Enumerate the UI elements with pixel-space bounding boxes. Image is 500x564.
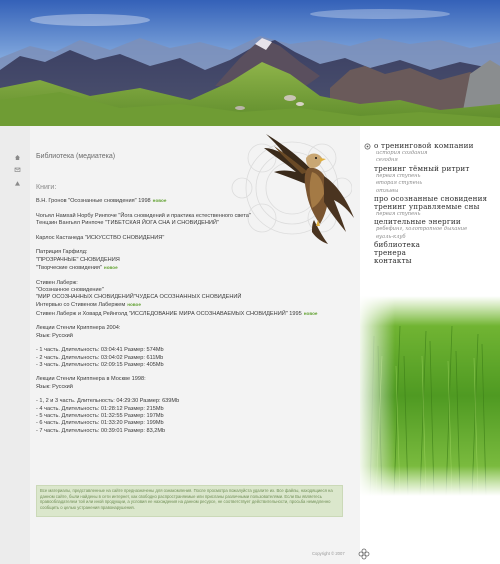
book-link[interactable]: Язык: Русский xyxy=(36,384,346,391)
book-link[interactable]: - 4 часть. Длительность: 01:28:12 Размер… xyxy=(36,406,346,413)
list-spacer xyxy=(36,340,346,347)
book-title[interactable]: - 2 часть. Длительность: 03:04:02 Размер… xyxy=(36,355,163,361)
nav-subitem[interactable]: первая ступень xyxy=(374,173,500,180)
library-content: Книги: В.Н. Гронов "Осознанные сновидени… xyxy=(36,184,346,435)
list-spacer xyxy=(36,242,346,249)
nav-subitem[interactable]: вторая ступень xyxy=(374,180,500,187)
books-label: Книги: xyxy=(36,184,57,191)
right-sidebar: о тренинговой компании история создания се… xyxy=(360,126,500,564)
book-link[interactable]: - 7 часть. Длительность: 00:39:01 Размер… xyxy=(36,428,346,435)
book-title[interactable]: "ПРОЗРАЧНЫЕ" СНОВИДЕНИЯ xyxy=(36,257,120,263)
book-title[interactable]: Тенцзин Вангьял Ринпоче "ТИБЕТСКАЯ ЙОГА … xyxy=(36,220,219,226)
list-spacer xyxy=(36,227,346,234)
footer-ornament-icon xyxy=(358,548,370,560)
book-title[interactable]: Интервью со Стивеном Лабержем xyxy=(36,302,125,308)
new-badge: новое xyxy=(303,310,318,316)
book-link[interactable]: "Творческие сновидения" новое xyxy=(36,264,346,272)
book-link[interactable]: "ПРОЗРАЧНЫЕ" СНОВИДЕНИЯ xyxy=(36,257,346,264)
list-spacer xyxy=(36,272,346,279)
list-spacer xyxy=(36,318,346,325)
header-banner xyxy=(0,0,500,126)
list-spacer xyxy=(36,391,346,398)
book-title[interactable]: "Осознанное сновидение" xyxy=(36,287,104,293)
list-spacer xyxy=(36,369,346,376)
book-title[interactable]: Язык: Русский xyxy=(36,384,73,390)
book-title[interactable]: - 7 часть. Длительность: 00:39:01 Размер… xyxy=(36,428,165,434)
home-icon[interactable] xyxy=(14,154,21,161)
new-badge: новое xyxy=(103,264,118,270)
main-navigation: о тренинговой компании история создания се… xyxy=(374,142,500,265)
book-title[interactable]: Патриция Гарфилд: xyxy=(36,249,87,255)
book-link[interactable]: Лекции Стенли Криппнера в Москве 1998: xyxy=(36,376,346,383)
book-title[interactable]: Чогьял Намхай Норбу Ринпоче "Йога сновид… xyxy=(36,213,251,219)
page-title: Библиотека (медиатека) xyxy=(36,153,116,160)
book-link[interactable]: Тенцзин Вангьял Ринпоче "ТИБЕТСКАЯ ЙОГА … xyxy=(36,220,346,227)
book-title[interactable]: Лекции Стенли Криппнера в Москве 1998: xyxy=(36,376,146,382)
book-link[interactable]: В.Н. Гронов "Осознанные сновидения" 1998… xyxy=(36,197,346,205)
new-badge: новое xyxy=(152,198,167,204)
left-gutter xyxy=(0,126,30,564)
book-link[interactable]: - 3 часть. Длительность: 02:09:15 Размер… xyxy=(36,362,346,369)
book-link[interactable]: - 1, 2 и 3 часть. Длительность: 04:29:30… xyxy=(36,398,346,405)
book-title[interactable]: "МИР ОСОЗНАННЫХ СНОВИДЕНИЙ"ЧУДЕСА ОСОЗНА… xyxy=(36,294,241,300)
book-title[interactable]: - 3 часть. Длительность: 02:09:15 Размер… xyxy=(36,362,164,368)
book-link[interactable]: Стивен Лаберж: xyxy=(36,280,346,287)
nav-item[interactable]: о тренинговой компании xyxy=(374,142,500,150)
disclaimer-notice: Все материалы, представленные на сайте п… xyxy=(36,485,343,517)
book-link[interactable]: Интервью со Стивеном Лабержем новое xyxy=(36,301,346,309)
book-title[interactable]: Стивен Лаберж: xyxy=(36,280,78,286)
book-link[interactable]: "МИР ОСОЗНАННЫХ СНОВИДЕНИЙ"ЧУДЕСА ОСОЗНА… xyxy=(36,294,346,301)
new-badge: новое xyxy=(127,302,141,308)
nav-item[interactable]: тренинг управляемые сны xyxy=(374,203,500,211)
copyright-text: Copyright © 2007 xyxy=(312,551,345,556)
nav-subitem[interactable]: история создания xyxy=(374,150,500,157)
book-title[interactable]: Язык: Русский xyxy=(36,333,73,339)
mountain-panorama-image xyxy=(0,0,500,126)
book-link[interactable]: Язык: Русский xyxy=(36,333,346,340)
flower-icon xyxy=(364,143,371,150)
book-title[interactable]: Лекции Стенли Криппнера 2004: xyxy=(36,325,120,331)
book-link[interactable]: - 6 часть. Длительность: 01:33:20 Размер… xyxy=(36,420,346,427)
book-title[interactable]: - 4 часть. Длительность: 01:28:12 Размер… xyxy=(36,406,164,412)
book-link[interactable]: - 1 часть. Длительность: 03:04:41 Размер… xyxy=(36,347,346,354)
book-list: В.Н. Гронов "Осознанные сновидения" 1998… xyxy=(36,197,346,435)
book-link[interactable]: Патриция Гарфилд: xyxy=(36,249,346,256)
book-link[interactable]: Карлос Кастанеда "ИСКУССТВО СНОВИДЕНИЯ" xyxy=(36,235,346,242)
mail-icon[interactable] xyxy=(14,166,21,173)
nav-subitem[interactable]: ребефинг, холотропное дыхание xyxy=(374,226,500,233)
book-title[interactable]: - 1, 2 и 3 часть. Длительность: 04:29:30… xyxy=(36,398,179,404)
book-link[interactable]: Лекции Стенли Криппнера 2004: xyxy=(36,325,346,332)
sitemap-icon[interactable] xyxy=(14,180,21,187)
grass-image xyxy=(360,296,500,496)
nav-item[interactable]: контакты xyxy=(374,257,500,265)
book-title[interactable]: - 5 часть. Длительность: 01:32:55 Размер… xyxy=(36,413,164,419)
book-link[interactable]: Стивен Лаберж и Ховард Рейнголд "ИССЛЕДО… xyxy=(36,310,346,318)
book-title[interactable]: - 6 часть. Длительность: 01:33:20 Размер… xyxy=(36,420,164,426)
book-link[interactable]: - 2 часть. Длительность: 03:04:02 Размер… xyxy=(36,355,346,362)
book-title[interactable]: - 1 часть. Длительность: 03:04:41 Размер… xyxy=(36,347,164,353)
list-spacer xyxy=(36,206,346,213)
book-title[interactable]: "Творческие сновидения" xyxy=(36,265,102,271)
book-title[interactable]: Стивен Лаберж и Ховард Рейнголд "ИССЛЕДО… xyxy=(36,311,302,317)
book-link[interactable]: - 5 часть. Длительность: 01:32:55 Размер… xyxy=(36,413,346,420)
nav-item[interactable]: тренинг тёмный ритрит xyxy=(374,164,500,173)
book-title[interactable]: Карлос Кастанеда "ИСКУССТВО СНОВИДЕНИЯ" xyxy=(36,235,164,241)
book-title[interactable]: В.Н. Гронов "Осознанные сновидения" 1998 xyxy=(36,198,151,204)
